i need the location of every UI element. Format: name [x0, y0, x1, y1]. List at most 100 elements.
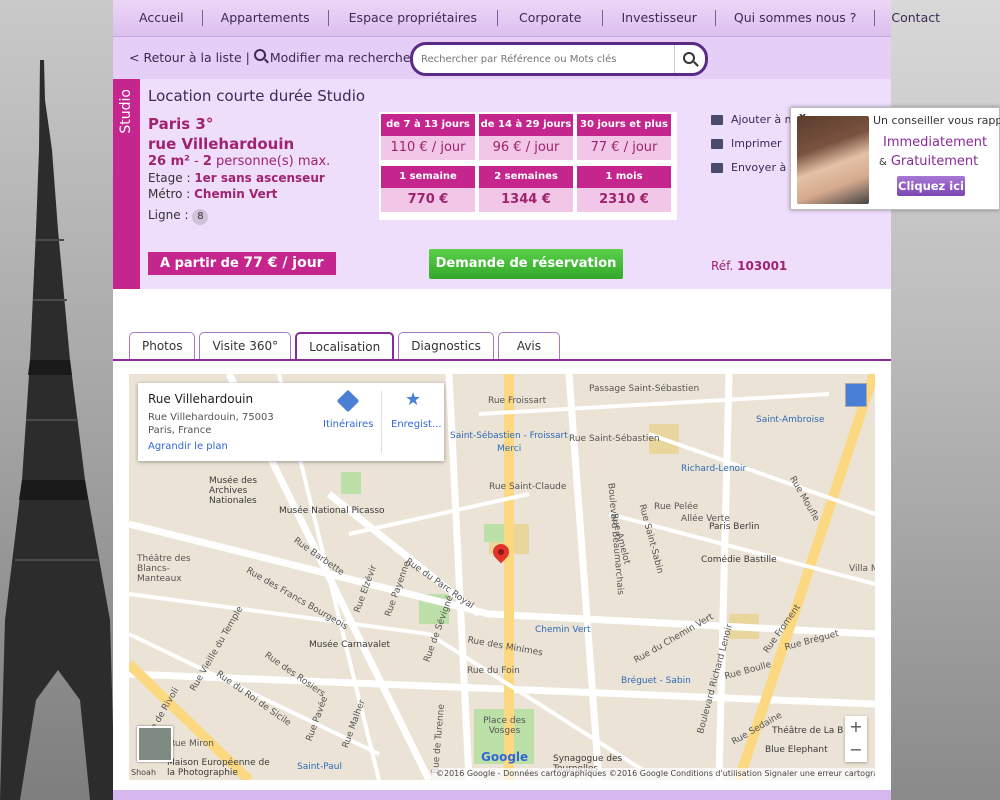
listing-city: Paris 3°: [148, 115, 214, 133]
metro-value: Chemin Vert: [194, 187, 278, 201]
floor-label: Etage :: [148, 171, 195, 185]
print-label: Imprimer: [731, 137, 782, 150]
tab-avis[interactable]: Avis: [497, 332, 561, 360]
price-duration-header: 1 mois: [577, 166, 671, 188]
price-cell: 1 semaine 770 €: [381, 166, 475, 212]
map-label: Passage Saint-Sébastien: [589, 384, 700, 394]
tab-visite-360[interactable]: Visite 360°: [199, 332, 292, 360]
listing-tabs: Photos Visite 360° Localisation Diagnost…: [129, 332, 564, 361]
location-pin-icon[interactable]: [493, 544, 509, 568]
google-logo: Google: [481, 750, 529, 764]
zoom-in-button[interactable]: +: [845, 716, 867, 739]
callback-heading: Un conseiller vous rappelle: [873, 114, 1000, 127]
map-label: Musée National Picasso: [279, 506, 385, 516]
reference-value: 103001: [737, 259, 788, 273]
map-label: Théâtre des Blancs-Manteaux: [137, 554, 191, 584]
listing-metro: Métro : Chemin Vert: [148, 187, 277, 201]
price-duration-header: 2 semaines: [479, 166, 573, 188]
directions-link[interactable]: Itinéraires: [323, 419, 373, 430]
tab-localisation[interactable]: Localisation: [295, 332, 395, 361]
star-icon[interactable]: ★: [405, 389, 421, 410]
directions-icon[interactable]: [336, 389, 360, 413]
nav-accueil[interactable]: Accueil: [113, 0, 202, 36]
map-info-address: Rue Villehardouin, 75003 Paris, France: [148, 412, 274, 436]
search-box: [410, 42, 708, 76]
listing-floor: Etage : 1er sans ascenseur: [148, 171, 325, 185]
map-label: Merci: [497, 444, 522, 454]
price-value: 1344 €: [479, 188, 573, 212]
reference-label: Réf.: [711, 259, 738, 273]
price-from-label: A partir de: [160, 256, 244, 271]
price-duration-header: de 14 à 29 jours: [479, 114, 573, 136]
map-label: Villa M: [849, 564, 875, 574]
map-label: Rue du Foin: [467, 666, 520, 676]
back-links: < Retour à la liste | Modifier ma recher…: [129, 49, 411, 65]
map-label: Musée des Archives Nationales: [209, 476, 258, 506]
nav-contact[interactable]: Contact: [875, 0, 956, 36]
map-label: Saint-Paul: [297, 762, 342, 772]
tabs-underline: [113, 359, 891, 361]
property-type-tag: Studio: [113, 79, 140, 289]
satellite-view-thumbnail[interactable]: [137, 726, 173, 762]
property-type-label: Studio: [118, 89, 134, 134]
map-label: Paris Berlin: [709, 522, 760, 532]
reservation-request-button[interactable]: Demande de réservation: [429, 249, 623, 279]
tab-diagnostics[interactable]: Diagnostics: [398, 332, 494, 360]
callback-button[interactable]: Cliquez ici: [897, 176, 965, 196]
surface-value: 26 m²: [148, 154, 190, 169]
map-info-divider: [381, 391, 382, 453]
search-submit-icon[interactable]: [674, 45, 705, 73]
map-label: Rue Saint-Sébastien: [569, 434, 660, 444]
map-info-card: Rue Villehardouin Rue Villehardouin, 750…: [138, 383, 444, 461]
callback-popup: x Un conseiller vous rappelle Immediatem…: [790, 107, 1000, 210]
listing-street: rue Villehardouin: [148, 135, 295, 153]
footer-strip: [113, 790, 891, 800]
price-duration-header: de 7 à 13 jours: [381, 114, 475, 136]
nav-appartements[interactable]: Appartements: [203, 0, 328, 36]
persons-separator: -: [189, 154, 203, 169]
nav-qui-sommes-nous[interactable]: Qui sommes nous ?: [716, 0, 875, 36]
envelope-icon: [711, 163, 723, 173]
map-label: Rue Froissart: [488, 396, 547, 406]
map-label: Musée Carnavalet: [309, 640, 391, 650]
floor-value: 1er sans ascenseur: [194, 171, 325, 185]
enlarge-map-link[interactable]: Agrandir le plan: [148, 441, 228, 452]
search-icon: [253, 49, 266, 61]
price-value: 96 € / jour: [479, 136, 573, 160]
tab-photos[interactable]: Photos: [129, 332, 196, 360]
price-cell: 30 jours et plus 77 € / jour: [577, 114, 671, 160]
callback-amp: &: [879, 157, 887, 168]
map-info-title: Rue Villehardouin: [148, 392, 254, 406]
map-label: Maison Européenne de la Photographie: [167, 758, 270, 778]
price-duration-header: 30 jours et plus: [577, 114, 671, 136]
back-to-list-link[interactable]: < Retour à la liste |: [129, 50, 250, 65]
price-from-value: 77 € / jour: [243, 255, 324, 271]
listing-line: Ligne :8: [148, 208, 209, 225]
map-label: Bréguet - Sabin: [621, 676, 691, 686]
price-value: 770 €: [381, 188, 475, 212]
listing-title: Location courte durée Studio: [148, 87, 366, 105]
metro-line-badge: 8: [192, 209, 209, 225]
map-label: Chemin Vert: [535, 625, 591, 635]
map-label: Théâtre de La B: [772, 726, 844, 736]
price-cell: 2 semaines 1344 €: [479, 166, 573, 212]
location-map[interactable]: Rue Froissart Passage Saint-Sébastien Sa…: [129, 374, 875, 780]
street-view-pegman-icon[interactable]: [845, 383, 867, 407]
listing-reference: Réf. 103001: [711, 259, 787, 273]
nav-espace-proprietaires[interactable]: Espace propriétaires: [329, 0, 497, 36]
save-place-link[interactable]: Enregist...: [391, 419, 442, 430]
metro-label: Métro :: [148, 187, 195, 201]
map-label: Saint-Ambroise: [756, 415, 825, 425]
modify-search-link[interactable]: Modifier ma recherche: [270, 50, 411, 65]
map-label: Shoah: [131, 768, 157, 777]
price-from-badge: A partir de 77 € / jour: [148, 252, 336, 275]
nav-investisseur[interactable]: Investisseur: [603, 0, 714, 36]
search-row: < Retour à la liste | Modifier ma recher…: [113, 37, 891, 79]
price-cell: de 14 à 29 jours 96 € / jour: [479, 114, 573, 160]
nav-corporate[interactable]: Corporate: [498, 0, 603, 36]
zoom-out-button[interactable]: −: [845, 739, 867, 762]
map-label: Place des Vosges: [483, 716, 526, 736]
search-input[interactable]: [419, 45, 663, 73]
main-container: Accueil Appartements Espace propriétaire…: [113, 0, 940, 800]
price-value: 2310 €: [577, 188, 671, 212]
